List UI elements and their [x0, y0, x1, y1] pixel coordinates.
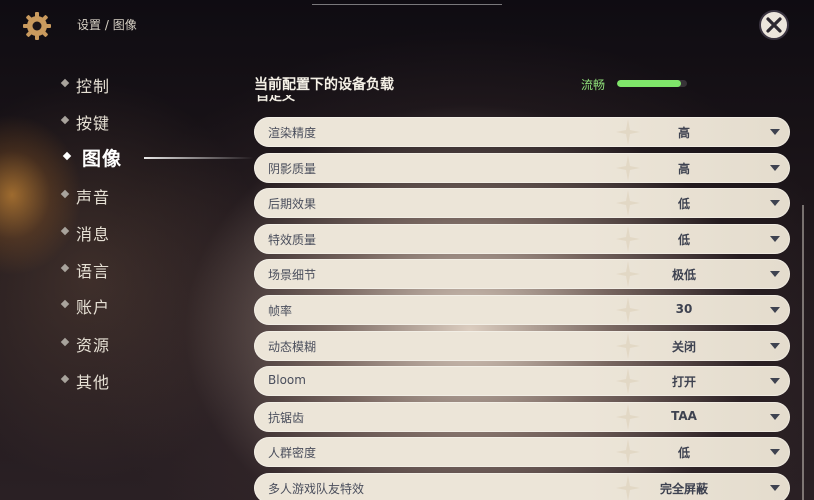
setting-value-dropdown[interactable]: 低	[634, 195, 774, 212]
sidebar-item-label: 资源	[76, 336, 111, 355]
setting-label: 人群密度	[268, 446, 317, 461]
sidebar-item-label: 控制	[76, 77, 111, 96]
sidebar-item-label: 按键	[76, 114, 111, 133]
sidebar-item-account[interactable]: 账户	[60, 293, 180, 317]
sidebar-item-messages[interactable]: 消息	[60, 220, 180, 244]
setting-row-post-processing[interactable]: 后期效果 低	[254, 188, 790, 219]
close-icon	[766, 17, 782, 33]
sidebar-item-language[interactable]: 语言	[60, 257, 180, 281]
setting-value: 低	[677, 232, 690, 247]
performance-bar	[617, 80, 687, 87]
sidebar-item-controls[interactable]: 控制	[60, 72, 180, 96]
chevron-down-icon[interactable]	[770, 164, 780, 171]
section-label-text: 自定义	[256, 95, 296, 104]
chevron-down-icon[interactable]	[770, 235, 780, 242]
chevron-down-icon[interactable]	[770, 485, 780, 491]
setting-value: TAA	[671, 408, 697, 423]
setting-label: Bloom	[268, 373, 306, 388]
sidebar-item-label: 消息	[76, 225, 111, 244]
setting-value: 高	[677, 161, 690, 176]
setting-value-dropdown[interactable]: 30	[634, 302, 774, 316]
sidebar-item-other[interactable]: 其他	[60, 368, 180, 392]
sidebar-item-label: 账户	[76, 298, 111, 317]
gear-icon	[20, 9, 54, 43]
setting-row-shadow-quality[interactable]: 阴影质量 高	[254, 152, 790, 183]
setting-row-crowd-density[interactable]: 人群密度 低	[254, 437, 790, 468]
sidebar-item-label: 图像	[82, 148, 123, 170]
setting-row-frame-rate[interactable]: 帧率 30	[254, 295, 790, 325]
setting-value: 低	[677, 446, 690, 461]
setting-label: 场景细节	[268, 268, 317, 283]
setting-value-dropdown[interactable]: 完全屏蔽	[634, 480, 774, 497]
close-button[interactable]	[759, 10, 789, 40]
performance-label: 流畅	[581, 78, 606, 92]
top-divider	[312, 4, 502, 5]
bullet-icon	[60, 115, 70, 125]
sidebar-item-audio[interactable]: 声音	[60, 183, 180, 207]
setting-value: 低	[677, 197, 690, 212]
setting-row-bloom[interactable]: Bloom 打开	[254, 366, 790, 397]
chevron-down-icon[interactable]	[770, 200, 780, 207]
setting-row-effects-quality[interactable]: 特效质量 低	[254, 223, 790, 254]
setting-label: 帧率	[268, 304, 293, 318]
setting-label: 特效质量	[268, 232, 317, 247]
setting-value-dropdown[interactable]: 高	[634, 124, 774, 141]
setting-value-dropdown[interactable]: 低	[634, 231, 774, 248]
sidebar-item-label: 其他	[76, 373, 111, 392]
setting-row-coop-teammate-effects[interactable]: 多人游戏队友特效 完全屏蔽	[254, 473, 790, 500]
setting-value-dropdown[interactable]: 极低	[634, 266, 774, 283]
sidebar-item-label: 语言	[76, 262, 111, 281]
bullet-icon	[62, 151, 72, 161]
setting-value-dropdown[interactable]: TAA	[634, 409, 774, 423]
bullet-icon	[60, 263, 70, 273]
panel-title: 当前配置下的设备负载	[254, 77, 394, 93]
section-label: 自定义	[256, 95, 295, 105]
sidebar-item-resources[interactable]: 资源	[60, 331, 180, 355]
setting-row-scene-detail[interactable]: 场景细节 极低	[254, 259, 790, 290]
chevron-down-icon[interactable]	[770, 378, 780, 385]
scrollbar[interactable]	[802, 205, 804, 500]
breadcrumb-separator: /	[104, 18, 109, 32]
breadcrumb-current: 图像	[112, 18, 137, 32]
setting-value: 完全屏蔽	[659, 482, 708, 496]
chevron-down-icon[interactable]	[770, 342, 780, 349]
setting-label: 多人游戏队友特效	[268, 482, 365, 496]
chevron-down-icon[interactable]	[770, 413, 780, 420]
settings-list: 渲染精度高阴影质量高后期效果低特效质量低场景细节 极低 帧率 30 动态模糊 关闭 Bloo…	[254, 117, 790, 500]
breadcrumb-parent[interactable]: 设置	[77, 18, 101, 32]
setting-row-motion-blur[interactable]: 动态模糊 关闭	[254, 330, 790, 361]
setting-value: 打开	[671, 375, 696, 390]
setting-value-dropdown[interactable]: 关闭	[634, 338, 774, 355]
setting-value-dropdown[interactable]: 高	[634, 160, 774, 177]
bullet-icon	[60, 337, 70, 347]
chevron-down-icon[interactable]	[770, 307, 780, 313]
setting-label: 动态模糊	[268, 339, 317, 354]
setting-label: 抗锯齿	[268, 410, 305, 425]
sidebar-item-graphics[interactable]: 图像	[60, 145, 254, 170]
breadcrumb: 设置 / 图像	[77, 16, 137, 33]
active-highlight	[144, 157, 254, 159]
setting-value: 关闭	[671, 339, 696, 354]
setting-label: 后期效果	[268, 197, 317, 212]
setting-value-dropdown[interactable]: 打开	[634, 373, 774, 390]
bullet-icon	[60, 374, 70, 384]
bullet-icon	[60, 78, 70, 88]
chevron-down-icon[interactable]	[770, 449, 780, 456]
setting-value: 极低	[671, 268, 696, 283]
setting-value: 30	[675, 302, 693, 316]
bullet-icon	[60, 299, 70, 309]
performance-bar-fill	[617, 80, 682, 87]
chevron-down-icon[interactable]	[770, 129, 780, 135]
sidebar-item-label: 声音	[76, 188, 111, 207]
setting-value-dropdown[interactable]: 低	[634, 444, 774, 461]
setting-row-anti-aliasing[interactable]: 抗锯齿 TAA	[254, 401, 790, 432]
setting-label: 阴影质量	[268, 161, 317, 176]
sidebar-item-keybinds[interactable]: 按键	[60, 109, 180, 133]
bullet-icon	[60, 189, 70, 199]
setting-row-render-precision[interactable]: 渲染精度 高	[254, 117, 790, 147]
setting-value: 高	[677, 126, 690, 140]
chevron-down-icon[interactable]	[770, 271, 780, 278]
setting-label: 渲染精度	[268, 126, 317, 140]
bullet-icon	[60, 226, 70, 236]
